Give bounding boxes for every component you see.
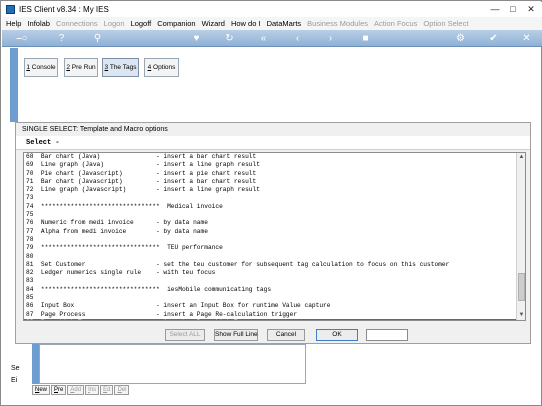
window-controls: — □ ✕ bbox=[486, 3, 540, 16]
menu-item-option-select[interactable]: Option Select bbox=[423, 19, 468, 28]
menu-item-logoff[interactable]: Logoff bbox=[131, 19, 152, 28]
options-list[interactable]: 68 Bar chart (Java) - insert a bar chart… bbox=[23, 152, 526, 321]
menu-item-how-do-i[interactable]: How do I bbox=[231, 19, 261, 28]
menu-item-business-modules[interactable]: Business Modules bbox=[307, 19, 368, 28]
app-window: IES Client v8.34 : My IES — □ ✕ Help Info… bbox=[0, 0, 542, 406]
tabs-side-bar bbox=[10, 48, 18, 122]
list-item[interactable]: 69 Line graph (Java) - insert a line gra… bbox=[24, 161, 516, 169]
bottom-panel bbox=[39, 344, 306, 384]
settings-icon[interactable]: ⚙ bbox=[454, 32, 467, 45]
menu-item-wizard[interactable]: Wizard bbox=[202, 19, 225, 28]
left-stub-label: Se bbox=[11, 365, 20, 372]
stop-icon[interactable]: ■ bbox=[359, 32, 372, 45]
nav-button-label: ns bbox=[89, 387, 97, 393]
list-item[interactable]: 81 Set Customer - set the teu customer f… bbox=[24, 261, 516, 269]
left-stub-label-2: Ei bbox=[11, 377, 18, 384]
options-list-rows: 68 Bar chart (Java) - insert a bar chart… bbox=[24, 153, 516, 320]
list-item[interactable]: 82 Ledger numerics single rule - with te… bbox=[24, 269, 516, 277]
nav-button-ins[interactable]: Ins bbox=[85, 385, 100, 395]
tab-console[interactable]: 1 Console bbox=[24, 58, 58, 77]
cancel-button[interactable]: Cancel bbox=[267, 329, 305, 341]
record-nav-bar: New Pre Add Ins Ed Del bbox=[32, 385, 130, 395]
menu-item-action-focus[interactable]: Action Focus bbox=[374, 19, 417, 28]
nav-button-label: dd bbox=[74, 387, 82, 393]
vertical-scrollbar[interactable]: ▲ ▼ bbox=[516, 153, 525, 320]
list-item[interactable]: 79 ******************************** TEU … bbox=[24, 244, 516, 252]
select-label: Select - bbox=[16, 136, 530, 150]
menu-item-logon[interactable]: Logon bbox=[104, 19, 125, 28]
list-item[interactable]: 88 Page Link To - insert a Page Link To bbox=[24, 318, 516, 320]
list-item[interactable]: 74 ******************************** Medi… bbox=[24, 203, 516, 211]
list-item[interactable]: 70 Pie chart (Javascript) - insert a pie… bbox=[24, 170, 516, 178]
rewind-icon[interactable]: « bbox=[257, 32, 270, 45]
tab-options[interactable]: 4 Options bbox=[144, 58, 179, 77]
list-item[interactable]: 73 bbox=[24, 194, 516, 202]
minimize-icon[interactable]: — bbox=[486, 3, 504, 16]
single-select-dialog: SINGLE SELECT: Template and Macro option… bbox=[15, 122, 531, 344]
nav-button-ed[interactable]: Ed bbox=[100, 385, 114, 395]
list-item[interactable]: 76 Numeric from medi invoice - by data n… bbox=[24, 219, 516, 227]
list-item[interactable]: 86 Input Box - insert an Input Box for r… bbox=[24, 302, 516, 310]
list-item[interactable]: 84 ******************************** iesM… bbox=[24, 286, 516, 294]
close-icon[interactable]: ✕ bbox=[522, 3, 540, 16]
list-item[interactable]: 72 Line graph (Javascript) - insert a li… bbox=[24, 186, 516, 194]
search-icon[interactable]: ⚲ bbox=[91, 32, 104, 45]
select-all-button[interactable]: Select ALL bbox=[165, 329, 205, 341]
nav-button-del[interactable]: Del bbox=[114, 385, 130, 395]
close-circle-icon[interactable]: ✕ bbox=[520, 32, 533, 45]
value-input[interactable] bbox=[366, 329, 408, 341]
tab-pre-run[interactable]: 2 Pre Run bbox=[64, 58, 98, 77]
nav-button-label: el bbox=[121, 387, 127, 393]
menu-item-connections[interactable]: Connections bbox=[56, 19, 98, 28]
bottom-side-bar bbox=[32, 344, 39, 384]
list-item[interactable]: 77 Alpha from medi invoice - by data nam… bbox=[24, 228, 516, 236]
show-full-line-button[interactable]: Show Full Line bbox=[214, 329, 258, 341]
tab-the-tags[interactable]: 3 The Tags bbox=[102, 58, 139, 77]
menu-item-datamarts[interactable]: DataMarts bbox=[267, 19, 302, 28]
dialog-title: SINGLE SELECT: Template and Macro option… bbox=[16, 123, 530, 136]
menu-bar: Help Infolab Connections Logon Logoff Compani… bbox=[2, 17, 542, 30]
nav-button-label: d bbox=[107, 387, 111, 393]
list-item[interactable]: 85 bbox=[24, 294, 516, 302]
check-icon[interactable]: ✔ bbox=[487, 32, 500, 45]
scroll-up-icon[interactable]: ▲ bbox=[517, 153, 525, 162]
refresh-icon[interactable]: ↻ bbox=[223, 32, 236, 45]
scroll-down-icon[interactable]: ▼ bbox=[517, 311, 525, 320]
window-title: IES Client v8.34 : My IES bbox=[19, 5, 109, 14]
nav-button-add[interactable]: Add bbox=[67, 385, 85, 395]
heart-icon[interactable]: ♥ bbox=[190, 32, 203, 45]
forward-icon[interactable]: › bbox=[324, 32, 337, 45]
toolbar: ⎯○ ? ⚲ ♥ ↻ « ‹ › ■ ⚙ ✔ ✕ bbox=[2, 30, 542, 47]
list-item[interactable]: 78 bbox=[24, 236, 516, 244]
help-icon[interactable]: ? bbox=[55, 32, 68, 45]
nav-button-label: re bbox=[58, 387, 64, 393]
nav-button-label: ew bbox=[39, 387, 48, 393]
list-item[interactable]: 71 Bar chart (Javascript) - insert a bar… bbox=[24, 178, 516, 186]
nav-button-new[interactable]: New bbox=[32, 385, 51, 395]
list-item[interactable]: 80 bbox=[24, 253, 516, 261]
maximize-icon[interactable]: □ bbox=[504, 3, 522, 16]
nav-button-pre[interactable]: Pre bbox=[51, 385, 67, 395]
menu-item-infolab[interactable]: Infolab bbox=[27, 19, 50, 28]
back-icon[interactable]: ‹ bbox=[291, 32, 304, 45]
title-bar: IES Client v8.34 : My IES — □ ✕ bbox=[2, 2, 542, 17]
list-item[interactable]: 83 bbox=[24, 277, 516, 285]
list-item[interactable]: 87 Page Process - insert a Page Re-calcu… bbox=[24, 311, 516, 319]
menu-item-help[interactable]: Help bbox=[6, 19, 21, 28]
ok-button[interactable]: OK bbox=[316, 329, 358, 341]
list-item[interactable]: 68 Bar chart (Java) - insert a bar chart… bbox=[24, 153, 516, 161]
key-icon[interactable]: ⎯○ bbox=[12, 32, 32, 45]
scroll-thumb[interactable] bbox=[518, 273, 525, 301]
app-logo-icon bbox=[6, 5, 15, 14]
menu-item-companion[interactable]: Companion bbox=[157, 19, 195, 28]
list-item[interactable]: 75 bbox=[24, 211, 516, 219]
